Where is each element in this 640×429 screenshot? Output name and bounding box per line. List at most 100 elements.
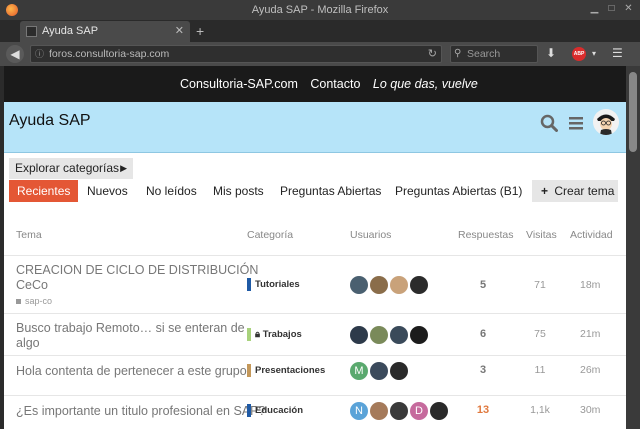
user-avatar[interactable] xyxy=(350,276,368,294)
category-badge[interactable]: Tutoriales xyxy=(247,278,300,291)
topic-row[interactable]: Busco trabajo Remoto… si se enteran de a… xyxy=(4,313,626,355)
tab-preguntas-abiertas[interactable]: Preguntas Abiertas xyxy=(280,180,381,202)
activity-time[interactable]: 21m xyxy=(580,328,600,340)
page-scrollbar[interactable] xyxy=(626,66,640,429)
reply-count[interactable]: 6 xyxy=(476,328,490,340)
site-favicon-icon xyxy=(26,26,37,37)
search-input[interactable]: ⚲ Search xyxy=(450,45,538,63)
user-avatar[interactable] xyxy=(370,402,388,420)
explore-categories-button[interactable]: Explorar categorías ▶ xyxy=(9,158,133,179)
category-label: Tutoriales xyxy=(255,279,300,291)
user-avatar[interactable]: D xyxy=(410,402,428,420)
activity-time[interactable]: 30m xyxy=(580,404,600,416)
topic-row[interactable]: CREACION DE CICLO DE DISTRIBUCIÓN CeCo s… xyxy=(4,255,626,313)
search-icon[interactable] xyxy=(540,114,558,132)
category-badge[interactable]: Presentaciones xyxy=(247,364,325,377)
topic-title-line: Busco trabajo Remoto… si se enteran de xyxy=(16,321,245,335)
topic-row[interactable]: ¿Es importante un titulo profesional en … xyxy=(4,395,626,429)
topic-tag-label: sap-co xyxy=(25,296,53,306)
user-avatar[interactable] xyxy=(390,326,408,344)
tag-square-icon xyxy=(16,299,21,304)
back-arrow-icon[interactable]: ◀ xyxy=(6,45,24,63)
category-color-bar xyxy=(247,364,251,377)
topic-title[interactable]: ¿Es importante un titulo profesional en … xyxy=(16,404,265,419)
column-tema[interactable]: Tema xyxy=(16,229,42,241)
user-avatar[interactable] xyxy=(593,109,619,135)
activity-time[interactable]: 26m xyxy=(580,364,600,376)
user-avatar[interactable] xyxy=(390,276,408,294)
tab-close-icon[interactable]: ✕ xyxy=(175,21,184,42)
adblock-plus-icon[interactable]: ABP xyxy=(572,47,586,61)
topic-row[interactable]: Hola contenta de pertenecer a este grupo… xyxy=(4,355,626,385)
hamburger-menu-icon[interactable] xyxy=(569,115,583,131)
topic-title-line: algo xyxy=(16,336,40,350)
topic-title-line: CeCo xyxy=(16,278,48,292)
close-icon[interactable]: ✕ xyxy=(623,3,634,14)
explore-categories-label: Explorar categorías xyxy=(15,161,120,175)
user-avatar[interactable] xyxy=(370,326,388,344)
view-count: 11 xyxy=(534,364,546,376)
search-placeholder: Search xyxy=(467,48,501,60)
window-titlebar: Ayuda SAP - Mozilla Firefox ▁ □ ✕ xyxy=(0,0,640,20)
url-bar[interactable]: ⓘ foros.consultoria-sap.com ↻ xyxy=(30,45,442,63)
reply-count[interactable]: 5 xyxy=(476,279,490,291)
user-avatar[interactable] xyxy=(410,326,428,344)
topic-list-header: Tema Categoría Usuarios Respuestas Visit… xyxy=(4,229,626,247)
maximize-icon[interactable]: □ xyxy=(606,3,617,14)
reload-icon[interactable]: ↻ xyxy=(428,46,437,62)
topic-title[interactable]: Busco trabajo Remoto… si se enteran de a… xyxy=(16,321,245,351)
column-visitas[interactable]: Visitas xyxy=(526,229,557,241)
site-info-icon[interactable]: ⓘ xyxy=(35,46,44,62)
firefox-logo-icon xyxy=(6,4,18,16)
column-actividad[interactable]: Actividad xyxy=(570,229,613,241)
category-label: Presentaciones xyxy=(255,365,326,377)
page-content: Consultoria-SAP.com Contacto Lo que das,… xyxy=(4,66,626,429)
forum-header: Ayuda SAP xyxy=(4,102,626,153)
link-contacto[interactable]: Contacto xyxy=(310,77,360,91)
tab-preguntas-abiertas-b1[interactable]: Preguntas Abiertas (B1) xyxy=(395,180,522,202)
navigation-toolbar: ◀ ⓘ foros.consultoria-sap.com ↻ ⚲ Search… xyxy=(0,42,640,66)
url-text: foros.consultoria-sap.com xyxy=(49,48,170,60)
site-logo[interactable]: Ayuda SAP xyxy=(9,112,91,130)
minimize-icon[interactable]: ▁ xyxy=(589,3,600,14)
user-avatar[interactable] xyxy=(350,326,368,344)
chevron-down-icon[interactable]: ▾ xyxy=(592,49,596,58)
create-topic-button[interactable]: + Crear tema xyxy=(532,180,618,202)
lock-icon: 🔒︎ xyxy=(255,329,261,341)
topic-tag[interactable]: sap-co xyxy=(16,296,52,306)
user-avatar[interactable] xyxy=(370,362,388,380)
category-color-bar xyxy=(247,278,251,291)
tab-nuevos[interactable]: Nuevos xyxy=(87,180,128,202)
tab-mis-posts[interactable]: Mis posts xyxy=(213,180,264,202)
topic-title[interactable]: Hola contenta de pertenecer a este grupo xyxy=(16,364,247,379)
activity-time[interactable]: 18m xyxy=(580,279,600,291)
column-respuestas[interactable]: Respuestas xyxy=(458,229,513,241)
category-color-bar xyxy=(247,404,251,417)
column-categoria[interactable]: Categoría xyxy=(247,229,293,241)
user-avatar[interactable] xyxy=(370,276,388,294)
user-avatar[interactable] xyxy=(430,402,448,420)
scrollbar-thumb[interactable] xyxy=(629,72,637,152)
download-arrow-icon[interactable]: ⬇ xyxy=(546,46,556,60)
search-icon: ⚲ xyxy=(454,48,462,59)
category-badge[interactable]: 🔒︎ Trabajos xyxy=(247,328,302,341)
category-badge[interactable]: Educación xyxy=(247,404,303,417)
tab-recientes[interactable]: Recientes xyxy=(9,180,79,202)
reply-count[interactable]: 13 xyxy=(476,404,490,416)
reply-count[interactable]: 3 xyxy=(476,364,490,376)
tab-no-leidos[interactable]: No leídos xyxy=(146,180,197,202)
user-avatar[interactable] xyxy=(390,402,408,420)
category-label: Educación xyxy=(255,405,304,417)
hamburger-menu-icon[interactable]: ☰ xyxy=(612,46,623,60)
user-avatar[interactable]: M xyxy=(350,362,368,380)
user-avatar[interactable] xyxy=(410,276,428,294)
topic-title[interactable]: CREACION DE CICLO DE DISTRIBUCIÓN CeCo xyxy=(16,263,258,293)
link-consultoria-sap[interactable]: Consultoria-SAP.com xyxy=(180,77,298,91)
topic-title-line: CREACION DE CICLO DE DISTRIBUCIÓN xyxy=(16,263,259,277)
tab-bar: Ayuda SAP ✕ + xyxy=(0,20,640,42)
tab-ayuda-sap[interactable]: Ayuda SAP ✕ xyxy=(20,21,190,42)
user-avatar[interactable] xyxy=(390,362,408,380)
user-avatar[interactable]: N xyxy=(350,402,368,420)
new-tab-icon[interactable]: + xyxy=(196,23,204,39)
site-slogan: Lo que das, vuelve xyxy=(372,77,478,91)
